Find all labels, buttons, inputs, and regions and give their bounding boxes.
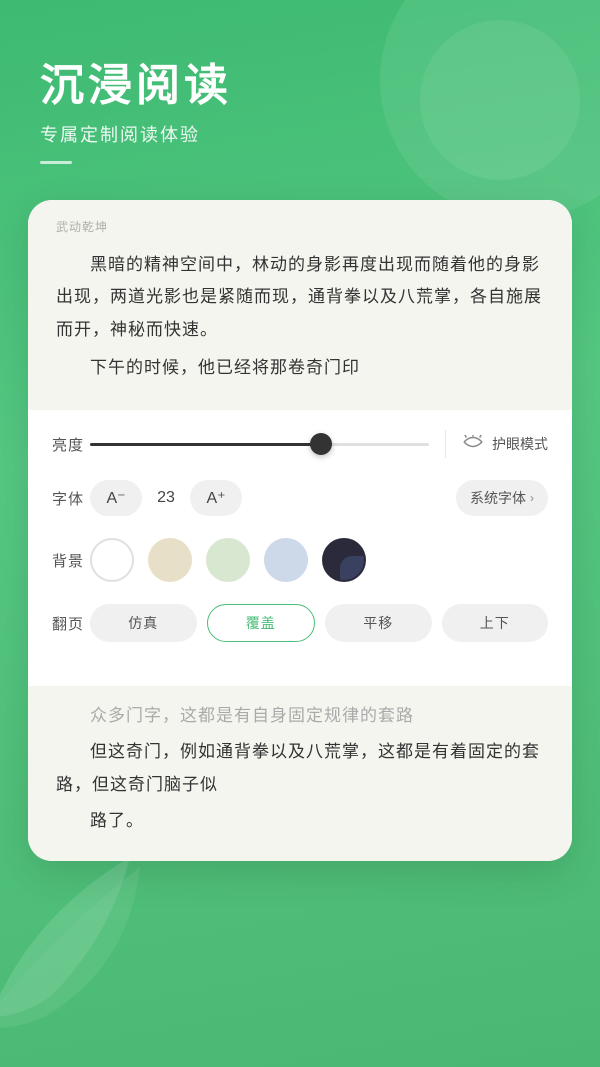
reading-area-bottom: 众多门字，这都是有自身固定规律的套路 但这奇门，例如通背拳以及八荒掌，这都是有着…	[28, 686, 572, 861]
font-family-button[interactable]: 系统字体 ›	[456, 480, 548, 516]
background-white[interactable]	[90, 538, 134, 582]
eye-icon	[462, 435, 484, 454]
font-decrease-button[interactable]: A⁻	[90, 480, 142, 516]
reading-paragraph-2-partial: 下午的时候，他已经将那卷奇门印	[56, 352, 544, 384]
bottom-paragraph-2: 路了。	[56, 805, 544, 837]
bottom-main-text: 但这奇门，例如通背拳以及八荒掌，这都是有着固定的套路，但这奇门脑子似 路了。	[56, 736, 544, 837]
background-label: 背景	[52, 550, 90, 571]
pageturn-vertical[interactable]: 上下	[442, 604, 549, 642]
header-underline	[40, 161, 72, 164]
slider-track	[90, 443, 429, 446]
header-section: 沉浸阅读 专属定制阅读体验	[40, 60, 232, 164]
background-content	[90, 538, 548, 582]
pageturn-slide[interactable]: 平移	[325, 604, 432, 642]
page-subtitle: 专属定制阅读体验	[40, 121, 232, 147]
font-size-display: 23	[152, 489, 180, 507]
pageturn-row: 翻页 仿真 覆盖 平移 上下	[52, 604, 548, 642]
page-title: 沉浸阅读	[40, 60, 232, 113]
eye-mode-label: 护眼模式	[492, 434, 548, 454]
brightness-row: 亮度	[52, 430, 548, 458]
slider-fill	[90, 443, 321, 446]
brightness-divider	[445, 430, 446, 458]
settings-panel: 亮度	[28, 410, 572, 686]
font-increase-button[interactable]: A⁺	[190, 480, 242, 516]
background-mint[interactable]	[206, 538, 250, 582]
bottom-blur-text: 众多门字，这都是有自身固定规律的套路	[56, 700, 544, 732]
background-row: 背景	[52, 538, 548, 582]
font-row: 字体 A⁻ 23 A⁺ 系统字体 ›	[52, 480, 548, 516]
pageturn-simulation[interactable]: 仿真	[90, 604, 197, 642]
book-title: 武动乾坤	[56, 218, 544, 235]
pageturn-cover[interactable]: 覆盖	[207, 604, 316, 642]
bottom-blur-paragraph: 众多门字，这都是有自身固定规律的套路	[56, 700, 544, 732]
eye-mode-section: 护眼模式	[462, 434, 548, 454]
background-lavender[interactable]	[264, 538, 308, 582]
brightness-content: 护眼模式	[90, 430, 548, 458]
deco-leaf	[0, 837, 170, 1037]
font-label: 字体	[52, 488, 90, 509]
reading-area-top: 武动乾坤 黑暗的精神空间中，林动的身影再度出现而随着他的身影出现，两道光影也是紧…	[28, 200, 572, 410]
brightness-label: 亮度	[52, 434, 90, 455]
font-content: A⁻ 23 A⁺ 系统字体 ›	[90, 480, 548, 516]
slider-thumb[interactable]	[310, 433, 332, 455]
chevron-right-icon: ›	[530, 491, 534, 505]
background-cream[interactable]	[148, 538, 192, 582]
reading-paragraph-1: 黑暗的精神空间中，林动的身影再度出现而随着他的身影出现，两道光影也是紧随而现，通…	[56, 249, 544, 346]
deco-circle-2	[420, 20, 580, 180]
background-dark[interactable]	[322, 538, 366, 582]
bottom-paragraph-1: 但这奇门，例如通背拳以及八荒掌，这都是有着固定的套路，但这奇门脑子似	[56, 736, 544, 801]
font-family-label: 系统字体	[470, 488, 526, 508]
pageturn-content: 仿真 覆盖 平移 上下	[90, 604, 548, 642]
main-card: 武动乾坤 黑暗的精神空间中，林动的身影再度出现而随着他的身影出现，两道光影也是紧…	[28, 200, 572, 861]
pageturn-label: 翻页	[52, 613, 90, 634]
brightness-slider-wrap[interactable]	[90, 434, 429, 454]
reading-text-top: 黑暗的精神空间中，林动的身影再度出现而随着他的身影出现，两道光影也是紧随而现，通…	[56, 249, 544, 384]
